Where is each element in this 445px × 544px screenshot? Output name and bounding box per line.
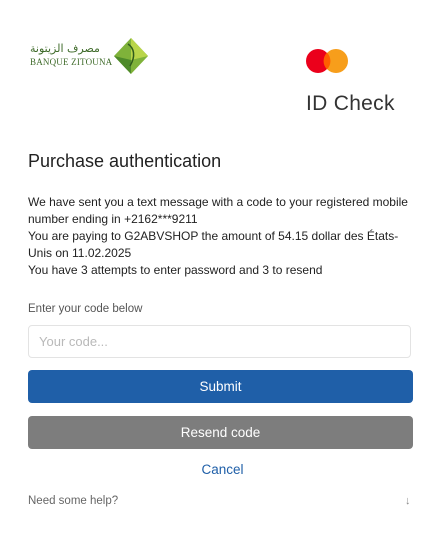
cancel-link[interactable]: Cancel xyxy=(0,462,445,477)
bank-name-latin: BANQUE ZITOUNA xyxy=(30,57,113,67)
resend-code-button[interactable]: Resend code xyxy=(28,416,413,449)
help-link[interactable]: Need some help? xyxy=(28,495,118,507)
page-title: Purchase authentication xyxy=(28,151,222,171)
id-check-title: ID Check xyxy=(306,92,395,115)
message-line-attempts: You have 3 attempts to enter password an… xyxy=(28,263,323,277)
message-line-sent: We have sent you a text message with a c… xyxy=(28,195,408,226)
authentication-message: We have sent you a text message with a c… xyxy=(28,194,418,279)
olive-leaf-icon xyxy=(114,38,148,74)
submit-button[interactable]: Submit xyxy=(28,370,413,403)
code-field-label: Enter your code below xyxy=(28,303,143,315)
mastercard-logo-icon xyxy=(306,49,348,73)
bank-name-arabic: مصرف الزيتونة xyxy=(30,42,100,55)
bank-logo: مصرف الزيتونة BANQUE ZITOUNA xyxy=(30,36,150,76)
message-line-payment: You are paying to G2ABVSHOP the amount o… xyxy=(28,229,399,260)
expand-help-icon[interactable]: ↓ xyxy=(405,495,411,507)
code-input[interactable] xyxy=(28,325,411,358)
